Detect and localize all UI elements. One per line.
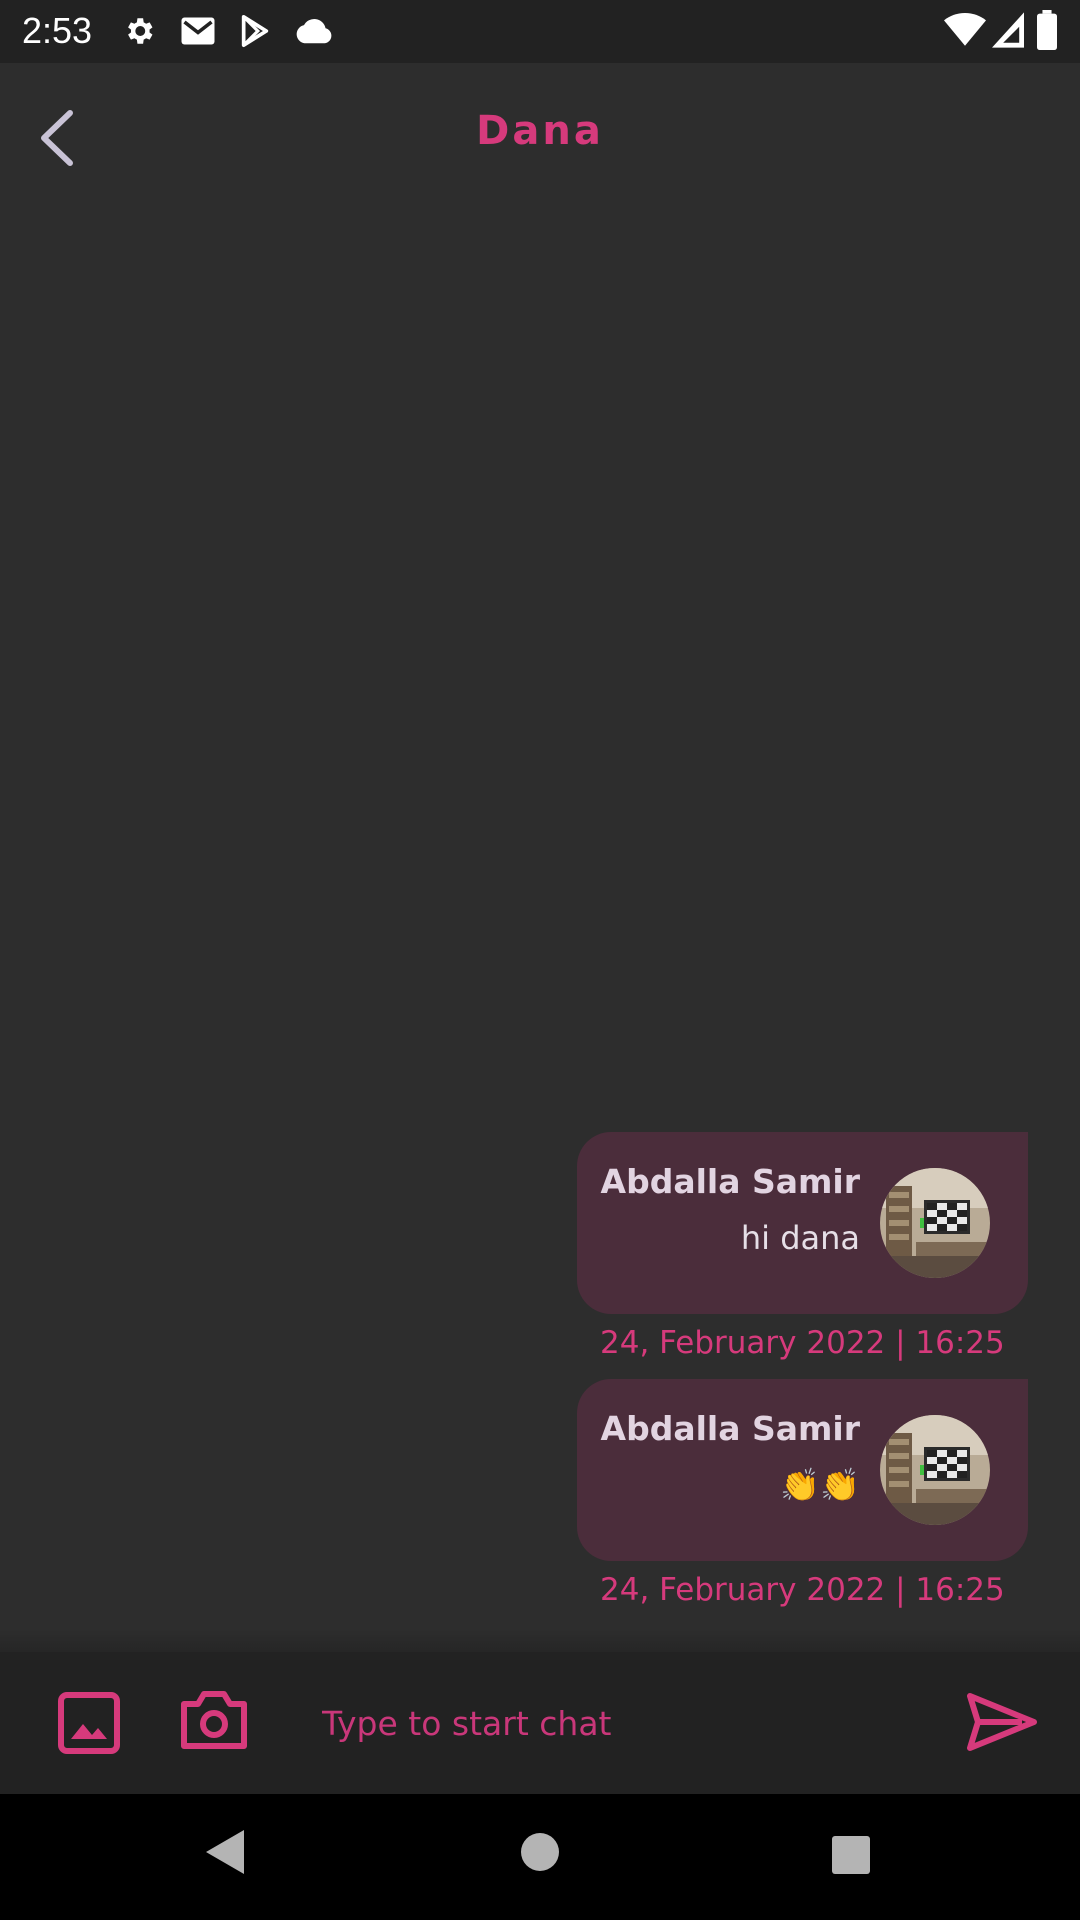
message-composer xyxy=(0,1652,1080,1794)
message-sender: Abdalla Samir xyxy=(600,1409,860,1448)
back-triangle-icon[interactable] xyxy=(200,1826,248,1878)
gmail-icon xyxy=(181,17,215,45)
gear-icon xyxy=(128,18,153,44)
message-text: 👏👏 xyxy=(780,1466,860,1504)
send-icon[interactable] xyxy=(966,1692,1038,1752)
recents-square-icon[interactable] xyxy=(830,1834,872,1876)
avatar[interactable] xyxy=(880,1168,990,1278)
message-timestamp: 24, February 2022 | 16:25 xyxy=(600,1572,1005,1608)
signal-icon xyxy=(992,12,1024,48)
home-circle-icon[interactable] xyxy=(518,1830,562,1874)
composer-divider xyxy=(0,1630,1080,1652)
message-bubble[interactable]: Abdalla Samir hi dana xyxy=(577,1132,1028,1314)
wifi-icon xyxy=(944,13,986,46)
page-title: Dana xyxy=(476,108,604,154)
message-bubble[interactable]: Abdalla Samir 👏👏 xyxy=(577,1379,1028,1561)
message-timestamp: 24, February 2022 | 16:25 xyxy=(600,1325,1005,1361)
message-text: hi dana xyxy=(740,1219,860,1257)
chat-input[interactable] xyxy=(322,1688,922,1758)
status-time: 2:53 xyxy=(22,10,93,51)
status-bar: 2:53 xyxy=(0,0,1080,63)
battery-icon xyxy=(1037,10,1057,50)
image-icon[interactable] xyxy=(58,1692,120,1754)
message-sender: Abdalla Samir xyxy=(600,1162,860,1201)
camera-icon[interactable] xyxy=(180,1688,248,1750)
play-store-icon xyxy=(241,14,269,48)
avatar[interactable] xyxy=(880,1415,990,1525)
chat-header: Dana xyxy=(0,63,1080,203)
cloud-icon xyxy=(296,18,332,44)
system-nav-bar xyxy=(0,1794,1080,1920)
